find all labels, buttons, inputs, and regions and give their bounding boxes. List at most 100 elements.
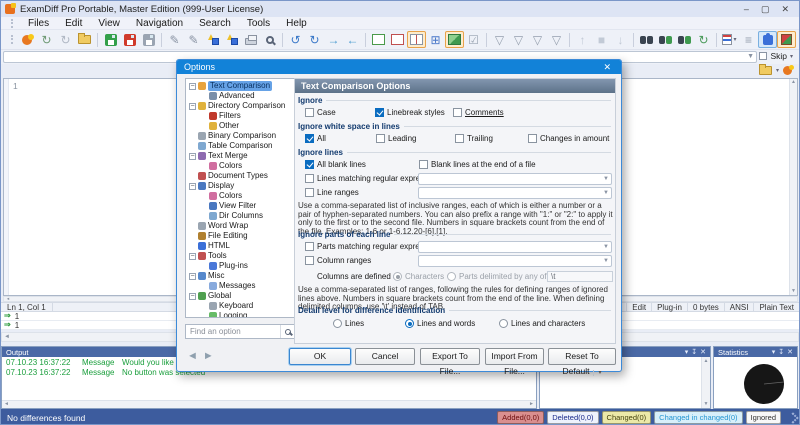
lines-radio[interactable]: Lines: [333, 318, 364, 329]
show-checkboxes-button[interactable]: ☑: [464, 31, 483, 48]
tree-item-other[interactable]: Other: [186, 121, 294, 131]
minimize-button[interactable]: –: [744, 1, 749, 17]
chevron-down-icon[interactable]: ▼: [747, 53, 754, 60]
next-difference-button[interactable]: ↓: [611, 31, 630, 48]
tree-item-display[interactable]: − Display: [186, 181, 294, 191]
panel-menu-icon[interactable]: ▾: [772, 349, 776, 356]
menu-tools[interactable]: Tools: [240, 17, 277, 30]
layout-second-only-button[interactable]: [388, 31, 407, 48]
print-preview-button[interactable]: [260, 31, 279, 48]
chevron-down-icon[interactable]: ▼: [603, 258, 609, 264]
tree-item-advanced[interactable]: Advanced: [186, 91, 294, 101]
leading-checkbox[interactable]: Leading: [376, 133, 416, 144]
characters-radio[interactable]: Characters: [393, 271, 444, 282]
menu-help[interactable]: Help: [279, 17, 314, 30]
ignore-whitespace-button[interactable]: [222, 31, 241, 48]
print-button[interactable]: [241, 31, 260, 48]
line-ranges-checkbox[interactable]: Line ranges: [305, 187, 359, 198]
scroll-right-icon[interactable]: ►: [529, 401, 534, 408]
export-to-file-button[interactable]: Export To File...: [420, 347, 480, 376]
tree-expander-icon[interactable]: −: [189, 152, 196, 160]
dialog-title-bar[interactable]: Options ✕: [177, 60, 621, 74]
find-prev-button[interactable]: [675, 31, 694, 48]
scroll-up-icon[interactable]: ▲: [702, 357, 710, 365]
menu-edit[interactable]: Edit: [58, 17, 89, 30]
chevron-down-icon[interactable]: ▾: [776, 67, 779, 74]
layout-split-button[interactable]: [407, 31, 426, 48]
maximize-button[interactable]: ▢: [761, 1, 770, 17]
resize-grip[interactable]: [787, 411, 799, 424]
checkbox-icon[interactable]: [759, 52, 768, 60]
pin-icon[interactable]: ↧: [691, 349, 697, 356]
refresh-search-button[interactable]: ↻: [694, 31, 713, 48]
panel-menu-icon[interactable]: ▾: [685, 349, 689, 356]
swap-panes-button[interactable]: ↻: [56, 31, 75, 48]
edit-first-file-button[interactable]: ✎: [165, 31, 184, 48]
open-files-button[interactable]: [75, 31, 94, 48]
menu-view[interactable]: View: [91, 17, 127, 30]
tree-item-plug-ins[interactable]: Plug-ins: [186, 261, 294, 271]
filter-added-button[interactable]: ▽: [509, 31, 528, 48]
trailing-checkbox[interactable]: Trailing: [455, 133, 493, 144]
scroll-down-icon[interactable]: ▼: [702, 400, 710, 408]
compare-icon[interactable]: [783, 65, 794, 76]
chevron-down-icon[interactable]: ▾: [790, 53, 793, 60]
layout-first-only-button[interactable]: [369, 31, 388, 48]
settings-gear-button[interactable]: ✱▾: [796, 31, 799, 48]
scroll-up-icon[interactable]: ▲: [790, 79, 797, 86]
changes-in-amount-checkbox[interactable]: Changes in amount: [528, 133, 609, 144]
comparison-options-button[interactable]: [777, 31, 796, 48]
find-next-button[interactable]: [656, 31, 675, 48]
tree-expander-icon[interactable]: −: [189, 272, 196, 280]
close-button[interactable]: ✕: [781, 1, 789, 17]
tree-item-dir-columns[interactable]: Dir Columns: [186, 211, 294, 221]
delimiter-field[interactable]: \t: [547, 271, 613, 282]
blank-lines-end-checkbox[interactable]: Blank lines at the end of a file: [419, 159, 536, 170]
tree-expander-icon[interactable]: −: [189, 182, 196, 190]
pin-icon[interactable]: ↧: [778, 349, 784, 356]
layout-grid-button[interactable]: ⊞: [426, 31, 445, 48]
chevron-down-icon[interactable]: ▼: [603, 190, 609, 196]
tree-item-text-comparison[interactable]: − Text Comparison: [186, 81, 294, 91]
column-ranges-checkbox[interactable]: Column ranges: [305, 255, 371, 266]
tree-item-word-wrap[interactable]: Word Wrap: [186, 221, 294, 231]
find-button[interactable]: [637, 31, 656, 48]
tree-item-directory-comparison[interactable]: − Directory Comparison: [186, 101, 294, 111]
column-ranges-combo[interactable]: ▼: [418, 255, 612, 267]
chevron-down-icon[interactable]: ▼: [603, 244, 609, 250]
tree-item-global[interactable]: − Global: [186, 291, 294, 301]
import-from-file-button[interactable]: Import From File...: [485, 347, 544, 376]
menu-navigation[interactable]: Navigation: [129, 17, 190, 30]
chevron-down-icon[interactable]: ▼: [603, 176, 609, 182]
tree-item-colors[interactable]: Colors: [186, 191, 294, 201]
save-first-file-button[interactable]: [101, 31, 120, 48]
ignore-case-button[interactable]: [203, 31, 222, 48]
compare-button[interactable]: [18, 31, 37, 48]
menu-files[interactable]: Files: [21, 17, 56, 30]
tree-item-misc[interactable]: − Misc: [186, 271, 294, 281]
filter-all-button[interactable]: ▽: [490, 31, 509, 48]
prev-pane-button[interactable]: ←: [343, 31, 362, 48]
tree-expander-icon[interactable]: −: [189, 102, 196, 110]
filter-changed-button[interactable]: ▽: [547, 31, 566, 48]
plugins-button[interactable]: [758, 31, 777, 48]
undo-button[interactable]: ↺: [286, 31, 305, 48]
dialog-close-icon[interactable]: ✕: [600, 60, 614, 74]
tree-item-text-merge[interactable]: − Text Merge: [186, 151, 294, 161]
comments-checkbox[interactable]: Comments: [453, 107, 504, 118]
stop-button[interactable]: ■: [592, 31, 611, 48]
search-button[interactable]: [280, 325, 294, 338]
diff-map-button[interactable]: ▾: [720, 31, 739, 48]
next-page-icon[interactable]: ►: [203, 350, 214, 362]
layout-diff-button[interactable]: [445, 31, 464, 48]
lines-regex-combo[interactable]: ▼: [418, 173, 612, 185]
close-icon[interactable]: ✕: [787, 349, 793, 356]
tree-item-messages[interactable]: Messages: [186, 281, 294, 291]
tree-expander-icon[interactable]: −: [189, 252, 196, 260]
redo-button[interactable]: ↻: [305, 31, 324, 48]
tree-item-file-editing[interactable]: File Editing: [186, 231, 294, 241]
tree-item-binary-comparison[interactable]: Binary Comparison: [186, 131, 294, 141]
chevron-down-icon[interactable]: ▾: [593, 369, 602, 376]
save-second-file-button[interactable]: [120, 31, 139, 48]
all-blank-lines-checkbox[interactable]: All blank lines: [305, 159, 366, 170]
